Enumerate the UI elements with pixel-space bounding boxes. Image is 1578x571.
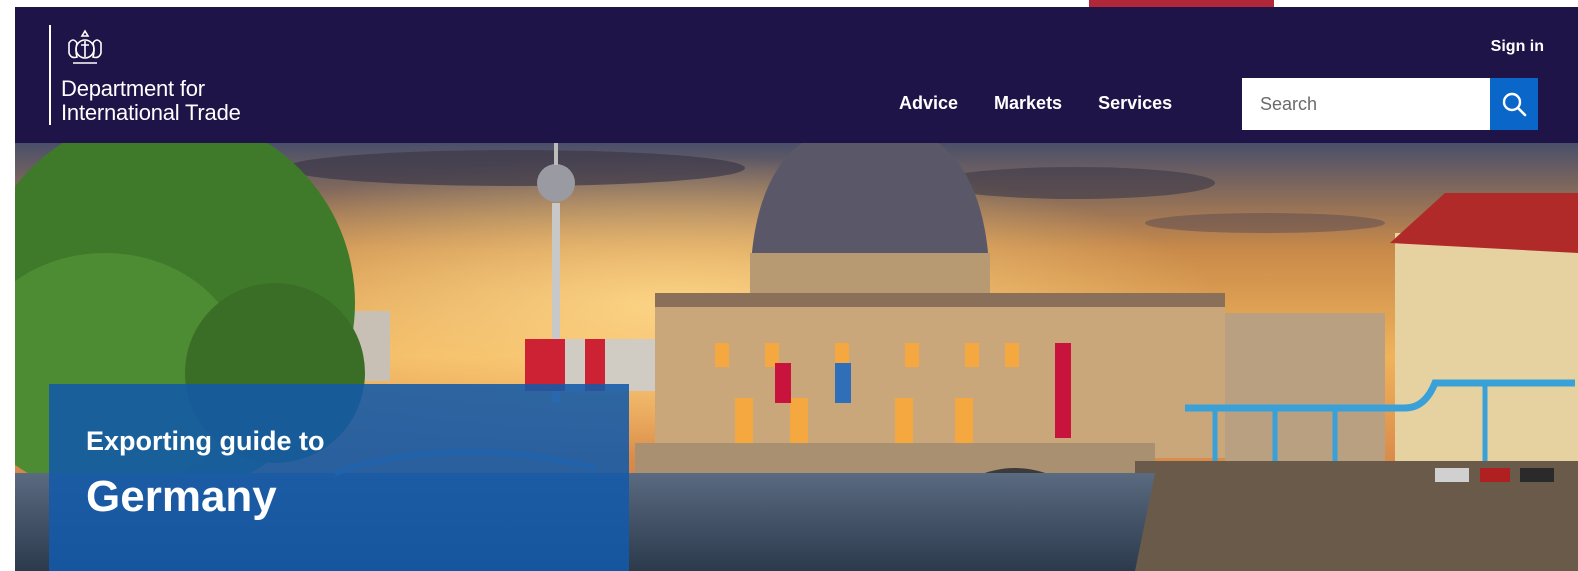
search-button[interactable]: [1490, 78, 1538, 130]
search-input[interactable]: [1242, 78, 1490, 130]
top-accent-bar: [1089, 0, 1274, 7]
hero-subtitle: Exporting guide to: [86, 426, 325, 456]
royal-crest-icon: [68, 29, 102, 64]
nav-markets[interactable]: Markets: [994, 93, 1062, 114]
dit-logo[interactable]: Department for International Trade: [49, 25, 241, 125]
search-form: [1242, 78, 1538, 130]
logo-text-line2: International Trade: [61, 100, 241, 125]
site-header: Department for International Trade Sign …: [15, 7, 1578, 143]
sign-in-link[interactable]: Sign in: [1491, 38, 1544, 56]
logo-text-line1: Department for: [61, 76, 205, 101]
search-icon: [1502, 92, 1527, 117]
hero-title: Germany: [86, 472, 277, 521]
nav-advice[interactable]: Advice: [899, 93, 958, 114]
nav-services[interactable]: Services: [1098, 93, 1172, 114]
hero-title-card: Exporting guide to Germany: [49, 384, 629, 571]
main-nav: Advice Markets Services: [899, 93, 1172, 114]
